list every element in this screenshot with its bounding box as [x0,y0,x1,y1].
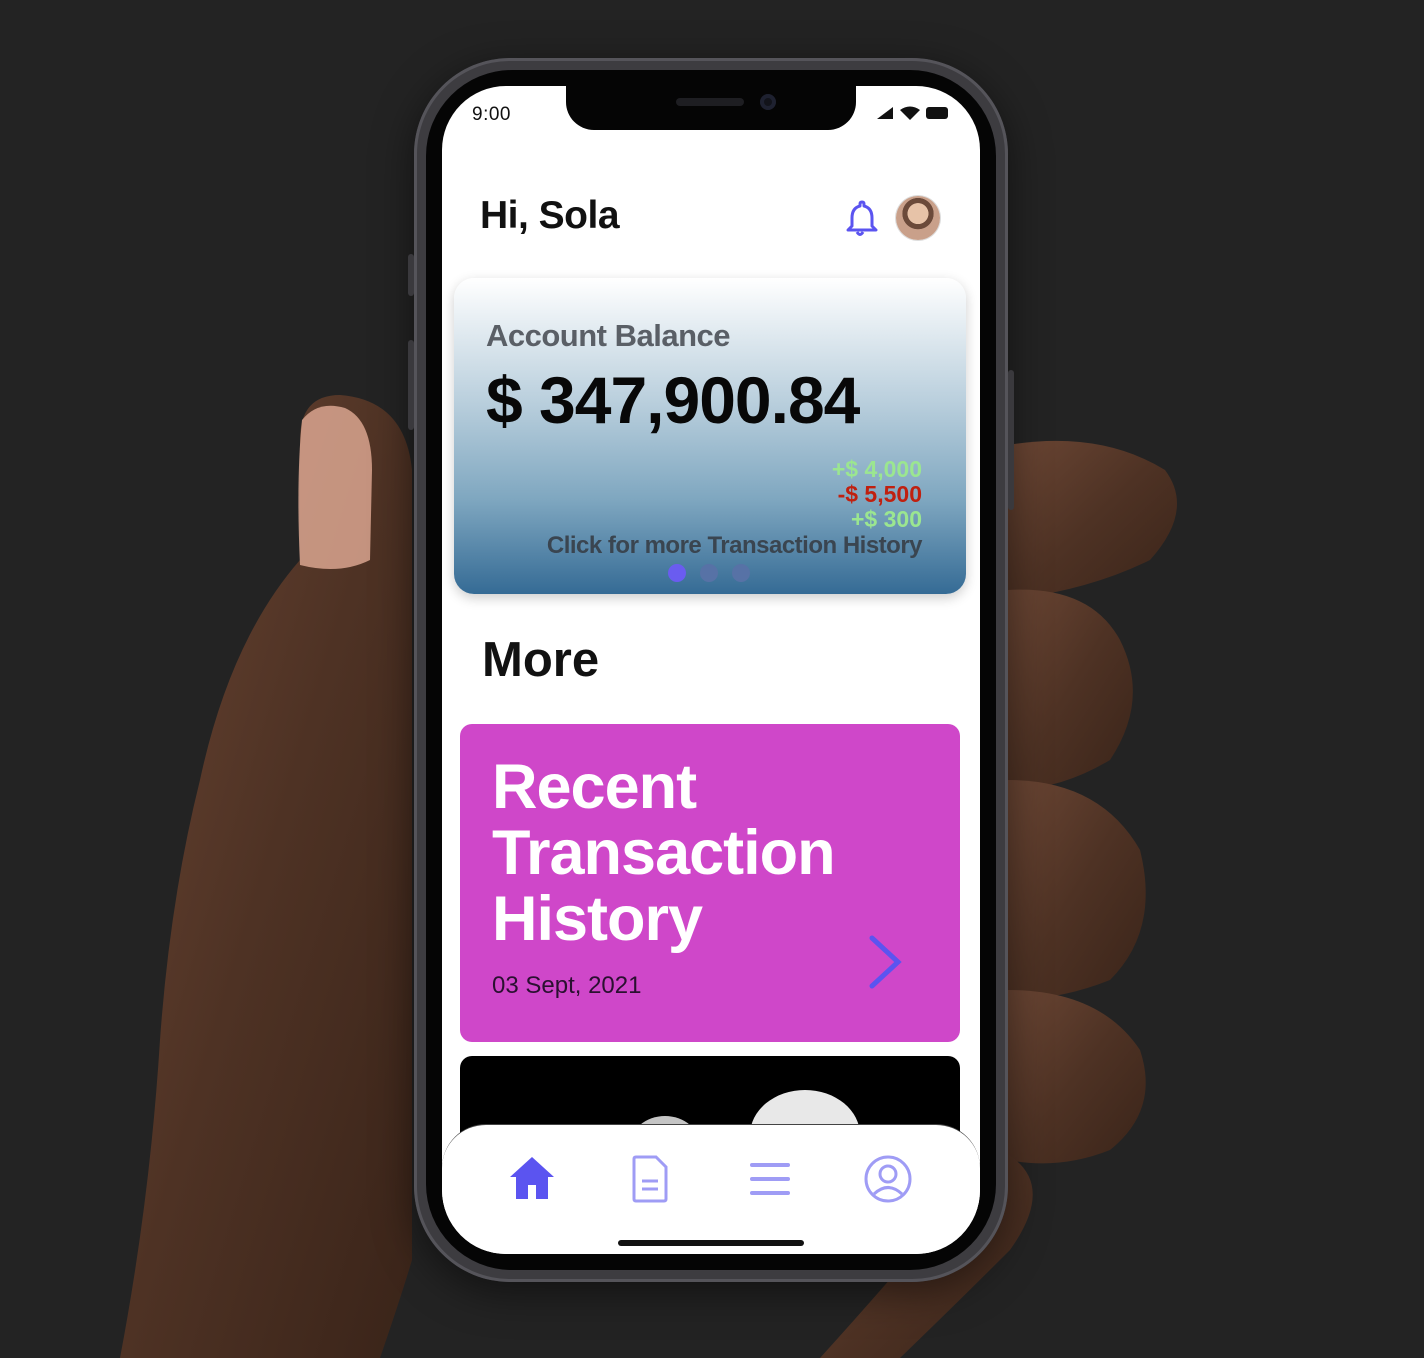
more-section-title: More [482,633,600,687]
recent-transaction-card[interactable]: Recent Transaction History 03 Sept, 2021 [460,724,960,1042]
carousel-dots [668,564,750,582]
recent-transaction-title: Recent Transaction History [492,752,836,954]
status-icons [876,106,950,120]
battery-icon [926,107,948,119]
transaction-amount: -$ 5,500 [837,481,922,507]
wifi-icon [900,106,920,120]
account-balance-card[interactable]: Account Balance $ 347,900.84 +$ 4,000 -$… [454,278,966,594]
speaker-grille [676,98,744,106]
carousel-dot[interactable] [668,564,686,582]
bottom-tab-bar [442,1124,980,1254]
recent-transaction-date: 03 Sept, 2021 [492,972,642,999]
home-indicator[interactable] [618,1240,804,1246]
avatar[interactable] [896,196,940,240]
signal-icon [877,107,893,119]
greeting-title: Hi, Sola [480,194,620,237]
document-icon[interactable] [624,1153,676,1205]
balance-label: Account Balance [486,318,731,353]
status-time: 9:00 [472,104,511,125]
volume-up-button-hw [408,254,414,296]
carousel-dot[interactable] [700,564,718,582]
volume-down-button-hw [408,340,414,430]
transaction-history-link[interactable]: Click for more Transaction History [547,532,923,560]
front-camera [760,94,776,110]
power-button-hw [1008,370,1014,510]
app-screen: 9:00 Hi, Sola Account Balance $ 347,900.… [442,86,980,1254]
notification-bell-icon[interactable] [842,200,878,238]
transaction-amount: +$ 4,000 [831,456,922,482]
balance-amount: $ 347,900.84 [486,363,860,437]
carousel-dot[interactable] [732,564,750,582]
menu-icon[interactable] [744,1153,796,1205]
transaction-amount: +$ 300 [851,506,922,532]
notch [566,86,856,130]
profile-icon[interactable] [862,1153,914,1205]
chevron-right-icon[interactable] [864,934,904,990]
home-icon[interactable] [506,1153,558,1205]
